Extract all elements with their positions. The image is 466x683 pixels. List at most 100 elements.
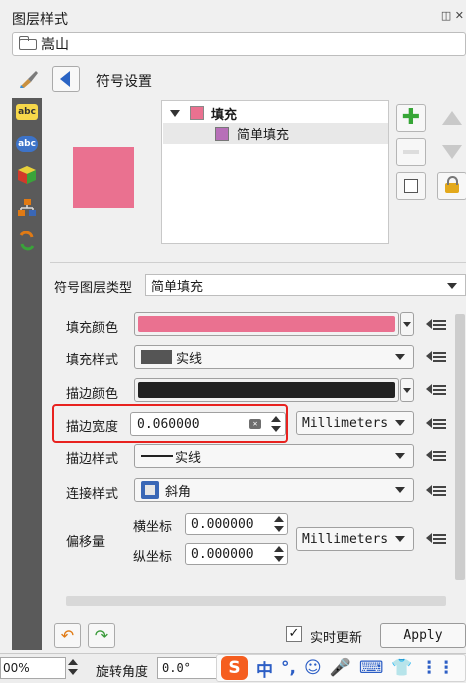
- join-style-value: 斜角: [165, 484, 192, 500]
- expand-arrow-icon[interactable]: [170, 109, 180, 117]
- add-layer-button[interactable]: ✚: [396, 104, 426, 132]
- remove-layer-button[interactable]: [396, 138, 426, 166]
- join-style-label: 连接样式: [66, 487, 119, 502]
- solid-line-icon: [141, 455, 173, 457]
- stroke-width-label: 描边宽度: [66, 420, 119, 435]
- offset-x-label: 横坐标: [133, 520, 173, 535]
- stroke-style-label: 描边样式: [66, 452, 119, 467]
- data-defined-override-icon[interactable]: [426, 415, 446, 433]
- symbol-layer-tree[interactable]: 填充 简单填充: [161, 100, 389, 244]
- chevron-down-icon: [395, 453, 405, 459]
- clear-icon[interactable]: ✕: [249, 419, 261, 429]
- minus-icon: [403, 150, 419, 154]
- data-defined-override-icon[interactable]: [426, 530, 446, 548]
- properties-horizontal-scrollbar[interactable]: [50, 594, 466, 608]
- properties-vertical-scrollbar[interactable]: [454, 300, 466, 594]
- tree-root-label: 填充: [211, 107, 238, 123]
- offset-unit-select[interactable]: Millimeters: [296, 527, 414, 551]
- section-heading: 符号设置: [96, 74, 152, 90]
- spin-arrows[interactable]: [269, 414, 283, 434]
- stroke-width-unit-select[interactable]: Millimeters: [296, 411, 414, 435]
- stroke-color-swatch: [138, 382, 395, 398]
- label-abc-blue-icon[interactable]: abc: [16, 136, 38, 152]
- zoom-field[interactable]: 00%: [0, 657, 66, 679]
- data-defined-override-icon[interactable]: [426, 316, 446, 334]
- arrow-up-icon: [442, 111, 462, 125]
- more-grid-icon[interactable]: ⋮⋮: [421, 658, 455, 678]
- offset-x-value: 0.000000: [191, 516, 254, 532]
- microphone-icon[interactable]: 🎤: [330, 658, 351, 678]
- symbol-layer-type-value: 简单填充: [151, 279, 204, 295]
- tree-child-label: 简单填充: [237, 128, 290, 143]
- redo-button[interactable]: ↷: [88, 623, 115, 648]
- fill-color-dropdown[interactable]: [400, 312, 414, 336]
- plus-icon: ✚: [401, 105, 421, 130]
- symbol-layer-type-select[interactable]: 简单填充: [145, 274, 466, 296]
- polygon-layer-icon: [19, 35, 37, 50]
- move-down-button[interactable]: [437, 138, 466, 166]
- offset-y-value: 0.000000: [191, 546, 254, 562]
- 3d-cube-icon[interactable]: [15, 165, 39, 185]
- scrollbar-thumb[interactable]: [66, 596, 446, 606]
- data-defined-override-icon[interactable]: [426, 447, 446, 465]
- stroke-color-label: 描边颜色: [66, 387, 119, 402]
- zoom-spin[interactable]: [66, 657, 80, 679]
- label-abc-icon[interactable]: abc: [16, 104, 38, 120]
- sogou-logo-icon[interactable]: S: [221, 656, 248, 680]
- ime-punctuation[interactable]: °,: [281, 658, 296, 678]
- undo-icon: ↶: [60, 626, 75, 645]
- fill-style-select[interactable]: 实线: [134, 345, 414, 369]
- bevel-join-icon: [141, 481, 159, 499]
- lock-layer-button[interactable]: [437, 172, 466, 200]
- fill-color-swatch: [138, 316, 395, 332]
- lock-icon: [445, 176, 459, 193]
- join-style-select[interactable]: 斜角: [134, 478, 414, 502]
- live-update-label: 实时更新: [310, 631, 363, 646]
- skin-shirt-icon[interactable]: 👕: [391, 658, 412, 678]
- fill-style-value: 实线: [176, 351, 203, 367]
- live-update-checkbox[interactable]: ✓: [286, 626, 302, 642]
- stroke-width-value: 0.060000: [137, 416, 200, 432]
- stroke-width-input[interactable]: 0.060000 ✕: [130, 412, 286, 436]
- offset-unit-value: Millimeters: [302, 531, 389, 547]
- layer-selector-value: 嵩山: [41, 37, 69, 53]
- paintbrush-icon[interactable]: [18, 68, 40, 90]
- stroke-color-button[interactable]: [134, 378, 399, 402]
- splitter[interactable]: [50, 262, 466, 263]
- layer-selector[interactable]: 嵩山: [12, 32, 466, 56]
- fill-style-label: 填充样式: [66, 353, 119, 368]
- offset-y-label: 纵坐标: [133, 550, 173, 565]
- ime-chinese-mode[interactable]: 中: [256, 656, 273, 681]
- stroke-style-value: 实线: [175, 450, 202, 466]
- data-defined-override-icon[interactable]: [426, 348, 446, 366]
- stroke-width-unit-value: Millimeters: [302, 415, 389, 431]
- data-defined-override-icon[interactable]: [426, 482, 446, 500]
- ime-toolbar[interactable]: S 中 °, ☺ 🎤 ⌨ 👕 ⋮⋮: [216, 654, 466, 682]
- apply-button[interactable]: Apply: [380, 623, 466, 648]
- stroke-style-select[interactable]: 实线: [134, 444, 414, 468]
- data-defined-override-icon[interactable]: [426, 381, 446, 399]
- move-up-button[interactable]: [437, 104, 466, 132]
- fill-swatch-icon: [190, 106, 204, 120]
- chevron-down-icon: [395, 420, 405, 426]
- hierarchy-icon[interactable]: [15, 198, 39, 218]
- duplicate-layer-button[interactable]: [396, 172, 426, 200]
- stroke-color-dropdown[interactable]: [400, 378, 414, 402]
- chevron-down-icon: [395, 536, 405, 542]
- symbol-layer-type-label: 符号图层类型: [54, 281, 133, 296]
- fill-color-button[interactable]: [134, 312, 399, 336]
- rotation-label: 旋转角度: [96, 665, 149, 680]
- keyboard-icon[interactable]: ⌨: [359, 658, 384, 678]
- scrollbar-thumb[interactable]: [455, 314, 465, 580]
- offset-y-spin[interactable]: [272, 544, 286, 564]
- tree-child-item[interactable]: 简单填充: [163, 123, 388, 144]
- arrow-down-icon: [442, 145, 462, 159]
- tree-root-item[interactable]: 填充: [170, 103, 237, 123]
- offset-x-spin[interactable]: [272, 514, 286, 534]
- panel-float-close-icons[interactable]: ◫ ✕: [441, 9, 464, 22]
- undo-button[interactable]: ↶: [54, 623, 81, 648]
- emoji-icon[interactable]: ☺: [304, 658, 322, 678]
- history-arrows-icon[interactable]: [15, 231, 39, 251]
- back-button[interactable]: [52, 66, 80, 92]
- fill-color-label: 填充颜色: [66, 321, 119, 336]
